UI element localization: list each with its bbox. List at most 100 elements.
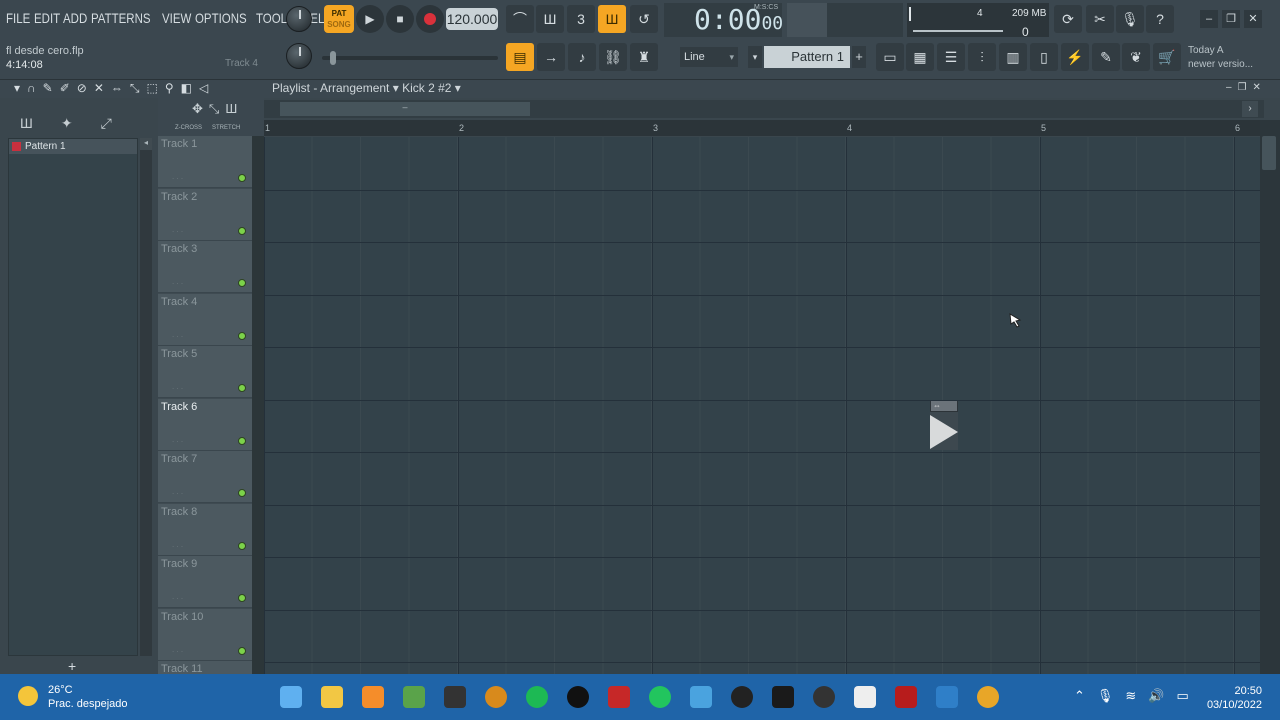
playlist-window-button[interactable]: ▭ — [876, 43, 904, 71]
help-button[interactable]: ? — [1146, 5, 1174, 33]
track-grip[interactable]: . . . — [172, 172, 183, 181]
horizontal-scroll-thumb[interactable]: – — [280, 102, 530, 116]
slice-tool-icon[interactable]: ⤡ — [130, 81, 140, 96]
minimize-button[interactable]: – — [1200, 10, 1218, 28]
playback-tool-icon[interactable]: ◧ — [181, 81, 192, 96]
dashboard-app-icon[interactable] — [690, 686, 712, 708]
track-mute-led[interactable] — [238, 174, 246, 182]
ilok-icon[interactable] — [444, 686, 466, 708]
track-header[interactable]: Track 2 . . . — [158, 188, 252, 241]
track-header[interactable]: Track 7 . . . — [158, 451, 252, 503]
arrangement-dropdown-icon[interactable]: ▾ — [393, 81, 402, 95]
track-grip[interactable]: . . . — [172, 382, 183, 391]
shop-button[interactable]: 🛒 — [1153, 43, 1181, 71]
plugin-button[interactable]: ⚡ — [1061, 43, 1089, 71]
patterns-view-icon[interactable]: Ш — [20, 115, 33, 132]
vertical-scroll-thumb[interactable] — [1262, 136, 1276, 170]
track-header[interactable]: Track 6 . . . — [158, 398, 252, 451]
channel-rack-button[interactable]: ☰ — [937, 43, 965, 71]
clip-header[interactable]: ⇔ — [930, 400, 958, 412]
track-grip[interactable]: . . . — [172, 487, 183, 496]
piano-roll-button[interactable]: ♪ — [568, 43, 596, 71]
options-arrow-icon[interactable]: ▾ — [14, 81, 20, 96]
crop-tool-icon[interactable] — [936, 686, 958, 708]
taskbar-clock[interactable]: 20:50 03/10/2022 — [1196, 684, 1262, 712]
zoom-tool-icon[interactable]: ⚲ — [165, 81, 174, 96]
time-format-label[interactable]: M:S:CS — [754, 4, 778, 11]
browser-button[interactable]: ▥ — [999, 43, 1027, 71]
close-button[interactable]: ✕ — [1244, 10, 1262, 28]
snap-dropdown[interactable]: Line — [680, 47, 738, 67]
restore-button[interactable]: ❐ — [1222, 10, 1240, 28]
wifi-icon[interactable]: ≋ — [1125, 688, 1136, 704]
track-mute-led[interactable] — [238, 646, 246, 655]
link-button[interactable]: ⛓ — [599, 43, 627, 71]
audio-app-icon[interactable] — [485, 686, 507, 708]
arrange-arrow-icon[interactable]: ◁ — [199, 81, 208, 96]
track-header[interactable]: Track 9 . . . — [158, 556, 252, 608]
start-button-icon[interactable] — [280, 686, 302, 708]
undo-history-button[interactable]: ⟳ — [1054, 5, 1082, 33]
track-mute-led[interactable] — [238, 226, 246, 235]
project-button[interactable]: ▯ — [1030, 43, 1058, 71]
metronome-button[interactable]: ⌒ — [506, 5, 534, 33]
stretch-toggle[interactable]: STRETCH — [212, 125, 240, 131]
waves-icon[interactable] — [567, 686, 589, 708]
spread-icon[interactable]: ✥ — [192, 101, 203, 117]
play-button[interactable]: ▶ — [356, 5, 384, 33]
loop-record-button[interactable]: ↺ — [630, 5, 658, 33]
track-grip[interactable]: . . . — [172, 330, 183, 339]
mute-tool-icon[interactable]: ✕ — [94, 81, 104, 96]
pattern-prev-button[interactable]: ▾ — [748, 46, 762, 68]
mic-tool-button[interactable]: ✎ — [1092, 43, 1120, 71]
draw-tool-icon[interactable]: ✎ — [43, 81, 53, 96]
add-track-button[interactable]: + — [68, 658, 76, 674]
track-mute-led[interactable] — [238, 436, 246, 445]
track-grip[interactable]: . . . — [172, 592, 183, 601]
settings-app-icon[interactable] — [731, 686, 753, 708]
piano-icon[interactable]: Ш — [225, 101, 237, 117]
track-grip[interactable]: . . . — [172, 645, 183, 654]
picker-scrollbar[interactable]: ◂ — [140, 138, 152, 656]
menu-patterns[interactable]: PATTERNS — [91, 10, 151, 26]
arrangement-grid[interactable]: ⇔ — [264, 137, 1260, 674]
tray-expand-icon[interactable]: ⌃ — [1074, 688, 1085, 704]
tempo-display[interactable]: 120.000 — [446, 8, 498, 30]
track-mute-led[interactable] — [238, 594, 246, 602]
slip-tool-icon[interactable]: ⇔ — [111, 81, 123, 96]
microphone-tray-icon[interactable]: 🎙 — [1097, 688, 1114, 704]
track-header[interactable]: Track 4 . . . — [158, 293, 252, 346]
playlist-maximize-button[interactable]: ❐ — [1238, 82, 1247, 93]
editor-app-icon[interactable] — [895, 686, 917, 708]
pat-song-toggle[interactable]: PAT SONG — [324, 5, 354, 33]
mixer-button[interactable]: ⫶ — [968, 43, 996, 71]
chrome-alt-icon[interactable] — [403, 686, 425, 708]
playlist-close-button[interactable]: ✕ — [1253, 82, 1261, 93]
audio-view-icon[interactable]: ✦ — [61, 115, 73, 132]
stop-button[interactable]: ■ — [386, 5, 414, 33]
clip-dropdown-icon[interactable]: ▾ — [455, 81, 461, 95]
notepad-icon[interactable] — [854, 686, 876, 708]
track-mute-led[interactable] — [238, 384, 246, 392]
playlist-button[interactable]: ▤ — [506, 43, 534, 71]
clip-waveform[interactable] — [930, 412, 958, 450]
clip-name-label[interactable]: Kick 2 #2 — [402, 81, 451, 95]
menu-view[interactable]: VIEW — [162, 10, 191, 26]
track-header[interactable]: Track 8 . . . — [158, 503, 252, 556]
news-panel[interactable]: Today A newer versio... — [1188, 44, 1253, 72]
track-grip[interactable]: . . . — [172, 540, 183, 549]
audio-clip[interactable]: ⇔ — [930, 400, 960, 452]
wait-for-input-button[interactable]: Ш — [536, 5, 564, 33]
paint-tool-icon[interactable]: ✐ — [60, 81, 70, 96]
select-tool-icon[interactable]: ⬚ — [147, 81, 158, 96]
microphone-button[interactable]: 🎙 — [1116, 5, 1144, 33]
menu-file[interactable]: FILE — [6, 10, 30, 26]
menu-edit[interactable]: EDIT — [34, 10, 60, 26]
master-pitch-slider[interactable] — [322, 51, 498, 65]
stamp-button[interactable]: ♜ — [630, 43, 658, 71]
spotify-icon[interactable] — [526, 686, 548, 708]
track-header[interactable]: Track 3 . . . — [158, 241, 252, 293]
chat-app-icon[interactable] — [649, 686, 671, 708]
playlist-minimize-button[interactable]: – — [1226, 82, 1232, 93]
track-split-handle[interactable] — [252, 136, 264, 674]
